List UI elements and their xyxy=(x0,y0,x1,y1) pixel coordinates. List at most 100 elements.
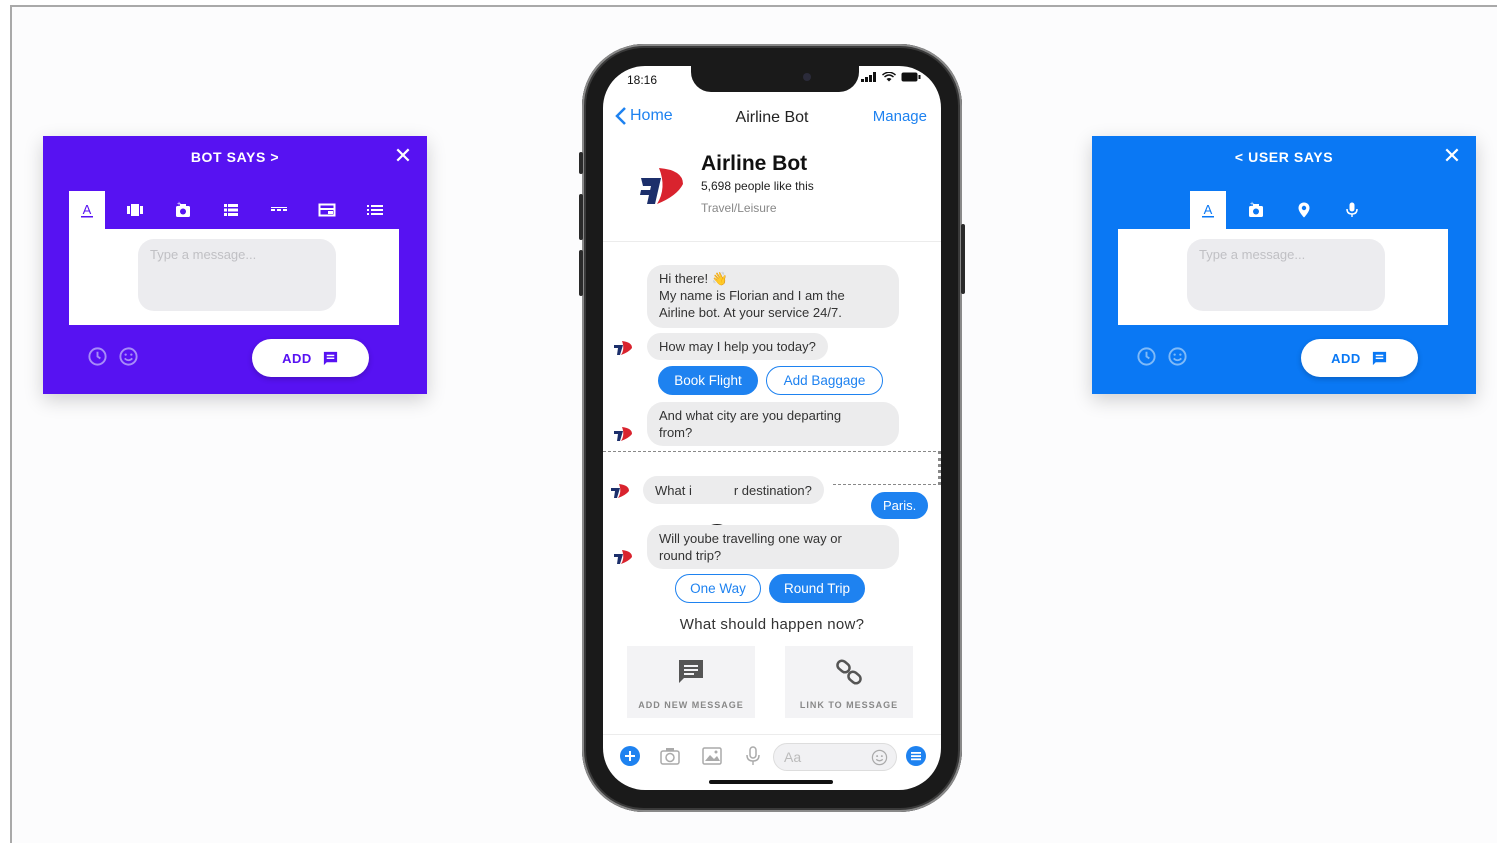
volume-down-button xyxy=(579,250,583,296)
user-panel-title: < USER SAYS xyxy=(1234,149,1334,165)
location-icon xyxy=(1298,202,1310,218)
profile-category: Travel/Leisure xyxy=(701,201,777,215)
clock-icon[interactable] xyxy=(87,346,108,367)
link-to-message-card[interactable]: LINK TO MESSAGE xyxy=(785,646,913,718)
message-line: Airline bot. At your service 24/7. xyxy=(659,305,842,320)
user-message-type-tabs: A + xyxy=(1190,191,1370,229)
microphone-icon[interactable] xyxy=(742,745,764,767)
image-icon[interactable] xyxy=(701,745,723,767)
mute-switch xyxy=(579,152,583,174)
user-editor-area xyxy=(1118,229,1448,325)
power-button xyxy=(961,224,965,294)
profile-name: Airline Bot xyxy=(701,152,808,175)
profile-likes: 5,698 people like this xyxy=(701,179,814,193)
svg-text:A: A xyxy=(83,202,92,217)
phone-mockup: 18:16 Home Airline Bot Manage Airline Bo… xyxy=(579,44,965,812)
message-line: What i xyxy=(655,483,692,498)
bot-message-type-tabs: A + xyxy=(69,191,393,229)
round-trip-button[interactable]: Round Trip xyxy=(769,574,865,603)
chat-icon xyxy=(679,660,703,683)
composer xyxy=(773,743,897,771)
image-tab[interactable]: + xyxy=(1238,191,1274,229)
add-baggage-button[interactable]: Add Baggage xyxy=(766,366,883,395)
emoji-icon[interactable] xyxy=(871,749,888,766)
carousel-tab[interactable] xyxy=(117,191,153,229)
message-icon xyxy=(1372,351,1386,365)
user-add-button[interactable]: ADD xyxy=(1301,339,1418,377)
bot-message-input[interactable] xyxy=(138,239,336,311)
signal-icon xyxy=(861,72,876,82)
one-way-button[interactable]: One Way xyxy=(675,574,761,603)
svg-text:A: A xyxy=(1204,202,1213,217)
carousel-icon xyxy=(127,204,143,216)
clock-icon[interactable] xyxy=(1136,346,1157,367)
bot-avatar-icon xyxy=(614,550,632,564)
bot-avatar-icon xyxy=(614,427,632,441)
bot-message-bubble: What i r destination? xyxy=(643,476,824,504)
user-message-input[interactable] xyxy=(1187,239,1385,311)
bot-footer-tools xyxy=(87,346,139,367)
next-step-prompt: What should happen now? xyxy=(679,616,865,633)
add-new-message-label: ADD NEW MESSAGE xyxy=(638,700,744,710)
book-flight-button[interactable]: Book Flight xyxy=(658,366,758,395)
drop-zone-edge xyxy=(938,451,941,485)
messenger-screen: 18:16 Home Airline Bot Manage Airline Bo… xyxy=(603,66,941,790)
text-tab[interactable]: A xyxy=(1190,191,1226,229)
close-icon[interactable]: ✕ xyxy=(392,145,414,167)
drop-zone-top xyxy=(603,451,941,452)
text-icon: A xyxy=(1202,202,1214,218)
bot-add-label: ADD xyxy=(282,350,312,366)
menu-tab[interactable] xyxy=(357,191,393,229)
message-line: Will yoube travelling one way or xyxy=(659,531,842,546)
bot-message-bubble: Hi there! 👋 My name is Florian and I am … xyxy=(647,265,899,328)
bot-message-bubble: How may I help you today? xyxy=(647,333,828,360)
add-new-message-card[interactable]: ADD NEW MESSAGE xyxy=(627,646,755,718)
message-line: Hi there! 👋 xyxy=(659,271,728,286)
microphone-icon xyxy=(1346,202,1358,217)
divider-tab[interactable] xyxy=(261,191,297,229)
bot-message-bubble: And what city are you departing from? xyxy=(647,402,899,446)
audio-tab[interactable] xyxy=(1334,191,1370,229)
text-icon: A xyxy=(81,202,93,218)
message-line: round trip? xyxy=(659,548,722,563)
image-tab[interactable]: + xyxy=(165,191,201,229)
svg-text:+: + xyxy=(177,201,181,208)
home-indicator xyxy=(709,780,833,784)
menu-icon xyxy=(367,205,383,215)
volume-up-button xyxy=(579,194,583,240)
camera-icon[interactable] xyxy=(659,745,681,767)
message-line: r destination? xyxy=(733,483,812,498)
emoji-icon[interactable] xyxy=(118,346,139,367)
link-to-message-label: LINK TO MESSAGE xyxy=(799,700,899,710)
camera-icon: + xyxy=(176,201,190,217)
bot-avatar-icon xyxy=(611,484,629,498)
card-tab[interactable] xyxy=(309,191,345,229)
emoji-icon[interactable] xyxy=(1167,346,1188,367)
message-line: How may I help you today? xyxy=(659,339,816,354)
bot-panel-title: BOT SAYS > xyxy=(190,149,280,165)
wifi-icon xyxy=(882,72,896,82)
camera-icon: + xyxy=(1249,201,1263,217)
divider-icon xyxy=(271,207,287,211)
card-icon xyxy=(318,203,336,217)
user-footer-tools xyxy=(1136,346,1188,367)
list-icon xyxy=(224,204,238,216)
close-icon[interactable]: ✕ xyxy=(1441,145,1463,167)
message-line: And what city are you departing xyxy=(659,408,842,423)
menu-icon[interactable] xyxy=(905,745,927,767)
status-time: 18:16 xyxy=(627,73,658,87)
message-line: from? xyxy=(659,425,693,440)
link-icon xyxy=(836,659,862,685)
manage-button[interactable]: Manage xyxy=(873,108,927,125)
composer-input[interactable] xyxy=(774,744,864,770)
airline-logo xyxy=(640,168,683,204)
user-add-label: ADD xyxy=(1331,350,1361,366)
status-icons xyxy=(861,72,921,82)
notch xyxy=(691,66,859,92)
bot-add-button[interactable]: ADD xyxy=(252,339,369,377)
location-tab[interactable] xyxy=(1286,191,1322,229)
text-tab[interactable]: A xyxy=(69,191,105,229)
list-tab[interactable] xyxy=(213,191,249,229)
bot-says-panel: BOT SAYS > ✕ A + ADD xyxy=(43,136,427,394)
plus-icon[interactable] xyxy=(619,745,641,767)
